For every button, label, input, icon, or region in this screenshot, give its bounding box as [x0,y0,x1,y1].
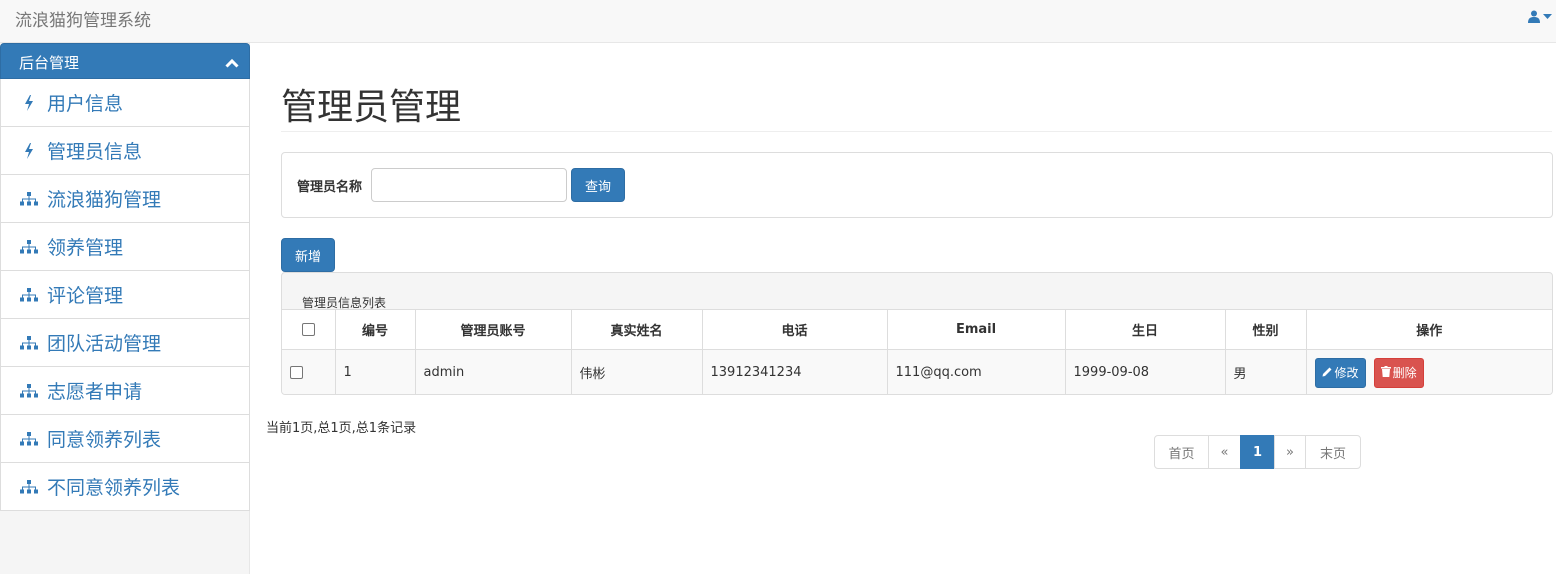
admin-table: 编号 管理员账号 真实姓名 电话 Email 生日 性别 操作 1 admin … [282,309,1552,394]
bolt-icon [19,142,39,159]
sitemap-icon [19,383,39,399]
pagination-info: 当前1页,总1页,总1条记录 [266,421,417,436]
select-all-checkbox[interactable] [301,323,315,336]
cell-real-name: 伟彬 [570,349,703,394]
sidebar-item-user-info[interactable]: 用户信息 [0,79,250,127]
cell-id: 1 [334,349,416,394]
select-all-cell [282,309,336,350]
column-header: 生日 [1064,309,1226,350]
pencil-icon [1322,366,1333,380]
sidebar-item-label: 志愿者申请 [47,381,143,403]
caret-down-icon [1543,13,1552,20]
user-menu[interactable] [1528,10,1552,23]
sidebar-item-admin-info[interactable]: 管理员信息 [0,127,250,175]
add-button[interactable]: 新增 [281,238,335,272]
column-header: 编号 [334,309,416,350]
next-page-button[interactable]: » [1274,435,1306,469]
cell-gender: 男 [1224,349,1307,394]
top-navbar: 流浪猫狗管理系统 [0,0,1556,43]
cell-account: admin [414,349,572,394]
sidebar-menu: 用户信息 管理员信息 流浪猫狗管理 领养管理 评论管理 团队活动管理 志愿者申请 [0,79,250,511]
sitemap-icon [19,431,39,447]
sitemap-icon [19,287,39,303]
admin-name-label: 管理员名称 [297,180,363,195]
sidebar-panel-header[interactable]: 后台管理 [0,43,250,79]
delete-label: 删除 [1392,366,1417,380]
column-header: 操作 [1305,309,1552,350]
column-header: 电话 [701,309,888,350]
sidebar-item-comment-management[interactable]: 评论管理 [0,271,250,319]
sidebar-item-label: 领养管理 [47,237,124,259]
column-header: 管理员账号 [414,309,572,350]
title-divider [281,131,1552,132]
pagination: 首页 « 1 » 末页 [1154,435,1361,469]
edit-label: 修改 [1334,366,1359,380]
cell-email: 111@qq.com [886,349,1066,394]
sidebar-item-adoption-management[interactable]: 领养管理 [0,223,250,271]
column-header: 真实姓名 [570,309,703,350]
admin-name-input[interactable] [371,168,567,202]
row-select-cell [282,349,336,394]
user-icon [1528,10,1540,23]
prev-page-button[interactable]: « [1208,435,1241,469]
sidebar-item-stray-management[interactable]: 流浪猫狗管理 [0,175,250,223]
sidebar-item-team-activity[interactable]: 团队活动管理 [0,319,250,367]
cell-birthday: 1999-09-08 [1064,349,1226,394]
sidebar: 后台管理 用户信息 管理员信息 流浪猫狗管理 领养管理 评论管理 团队活动管理 [0,43,250,574]
sidebar-item-label: 同意领养列表 [47,429,162,451]
delete-button[interactable]: 删除 [1373,357,1424,388]
search-panel: 管理员名称 查询 [281,152,1553,218]
cell-actions: 修改 删除 [1305,349,1552,394]
sidebar-item-label: 团队活动管理 [47,333,162,355]
page-title: 管理员管理 [281,87,462,128]
row-checkbox[interactable] [290,366,303,379]
sidebar-item-rejected-adoptions[interactable]: 不同意领养列表 [0,463,250,511]
table-header-row: 编号 管理员账号 真实姓名 电话 Email 生日 性别 操作 [282,309,1552,350]
bolt-icon [19,94,39,111]
sitemap-icon [19,335,39,351]
last-page-button[interactable]: 末页 [1305,435,1361,469]
table-row: 1 admin 伟彬 13912341234 111@qq.com 1999-0… [282,349,1552,394]
chevron-up-icon [225,56,239,72]
sidebar-item-volunteer-application[interactable]: 志愿者申请 [0,367,250,415]
cell-phone: 13912341234 [701,349,888,394]
sitemap-icon [19,479,39,495]
query-button[interactable]: 查询 [571,168,625,202]
column-header: 性别 [1224,309,1307,350]
column-header: Email [886,309,1066,350]
sidebar-item-label: 用户信息 [47,93,124,115]
app-title[interactable]: 流浪猫狗管理系统 [15,6,151,31]
sidebar-item-label: 评论管理 [47,285,124,307]
sitemap-icon [19,191,39,207]
sidebar-item-label: 管理员信息 [47,141,143,163]
sidebar-item-label: 不同意领养列表 [47,477,181,499]
admin-table-panel: 管理员信息列表 编号 管理员账号 真实姓名 电话 Email 生日 性别 操作 … [281,272,1553,395]
current-page-button[interactable]: 1 [1240,435,1275,469]
sitemap-icon [19,239,39,255]
sidebar-item-label: 流浪猫狗管理 [47,189,162,211]
sidebar-item-approved-adoptions[interactable]: 同意领养列表 [0,415,250,463]
trash-icon [1380,365,1391,380]
sidebar-header-label: 后台管理 [19,54,80,72]
edit-button[interactable]: 修改 [1314,357,1366,388]
first-page-button[interactable]: 首页 [1154,435,1209,469]
